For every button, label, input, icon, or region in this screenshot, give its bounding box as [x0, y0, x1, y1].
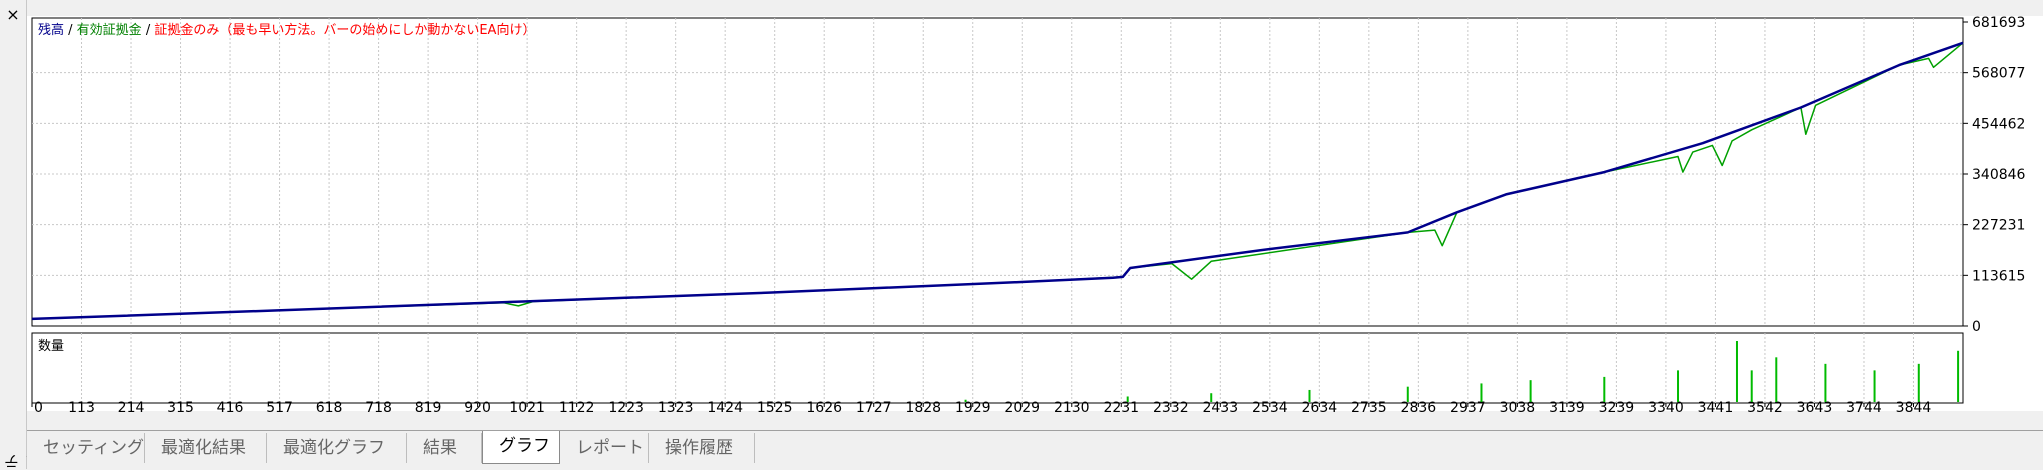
x-tick-label: 2735 [1351, 400, 1387, 416]
x-tick-label: 3340 [1648, 400, 1684, 416]
tester-tab-bar: セッティング 最適化結果 最適化グラフ 結果 グラフ レポート 操作履歴 [27, 430, 2043, 470]
x-tick-label: 3441 [1698, 400, 1734, 416]
x-tick-label: 920 [464, 400, 491, 416]
tab-3[interactable]: 最適化グラフ [267, 433, 407, 463]
tab-2[interactable]: 最適化結果 [145, 433, 267, 463]
x-tick-label: 2130 [1054, 400, 1090, 416]
x-tick-label: 2332 [1153, 400, 1189, 416]
tab-4[interactable]: 結果 [407, 433, 482, 463]
x-tick-label: 113 [68, 400, 95, 416]
y-tick-label: 227231 [1972, 218, 2025, 234]
legend-entry: / [64, 23, 77, 38]
x-tick-label: 2231 [1103, 400, 1139, 416]
tab-5[interactable]: グラフ [482, 431, 560, 464]
legend-entry: / [142, 23, 155, 38]
chart-legend: 残高 / 有効証拠金 / 証拠金のみ（最も早い方法。バーの始めにしか動かないEA… [38, 22, 535, 38]
legend-entry: 有効証拠金 [77, 22, 142, 38]
x-tick-label: 618 [316, 400, 343, 416]
x-tick-label: 2634 [1302, 400, 1338, 416]
x-tick-label: 3744 [1846, 400, 1882, 416]
x-tick-label: 3239 [1599, 400, 1635, 416]
x-tick-label: 819 [415, 400, 442, 416]
x-tick-label: 1929 [955, 400, 991, 416]
legend-entry: 残高 [38, 22, 64, 38]
x-tick-label: 0 [34, 400, 43, 416]
y-tick-label: 113615 [1972, 268, 2025, 284]
y-tick-label: 454462 [1972, 116, 2025, 132]
y-tick-label: 0 [1972, 319, 1981, 335]
x-tick-label: 2937 [1450, 400, 1486, 416]
tab-7[interactable]: 操作履歴 [649, 433, 755, 463]
volume-panel-label: 数量 [38, 339, 64, 354]
legend-entry: 証拠金のみ（最も早い方法。バーの始めにしか動かないEA向け） [154, 22, 535, 38]
x-tick-label: 3038 [1500, 400, 1536, 416]
x-tick-label: 3139 [1549, 400, 1585, 416]
x-tick-label: 2534 [1252, 400, 1288, 416]
x-tick-label: 1122 [559, 400, 595, 416]
x-tick-label: 2433 [1202, 400, 1238, 416]
x-tick-label: 315 [167, 400, 194, 416]
x-tick-label: 718 [365, 400, 392, 416]
x-tick-label: 2029 [1004, 400, 1040, 416]
x-tick-label: 416 [217, 400, 244, 416]
x-tick-label: 2836 [1401, 400, 1437, 416]
x-tick-label: 1323 [658, 400, 694, 416]
x-tick-label: 3542 [1747, 400, 1783, 416]
x-tick-label: 214 [118, 400, 145, 416]
x-tick-label: 1727 [856, 400, 892, 416]
tab-6[interactable]: レポート [560, 433, 649, 463]
x-tick-label: 1626 [806, 400, 842, 416]
y-tick-label: 681693 [1972, 15, 2025, 31]
tester-graph: 681693 568077 454462 340846 227231 113615 0 0 11… [27, 15, 2043, 416]
x-tick-label: 3643 [1797, 400, 1833, 416]
x-tick-label: 1424 [707, 400, 743, 416]
x-tick-label: 1828 [905, 400, 941, 416]
x-tick-label: 1525 [757, 400, 793, 416]
x-tick-label: 1021 [509, 400, 545, 416]
tab-1[interactable]: セッティング [27, 433, 145, 463]
x-tick-label: 3844 [1896, 400, 1932, 416]
y-tick-label: 568077 [1972, 66, 2025, 82]
x-tick-label: 1223 [608, 400, 644, 416]
y-tick-label: 340846 [1972, 167, 2026, 183]
x-tick-label: 517 [266, 400, 293, 416]
